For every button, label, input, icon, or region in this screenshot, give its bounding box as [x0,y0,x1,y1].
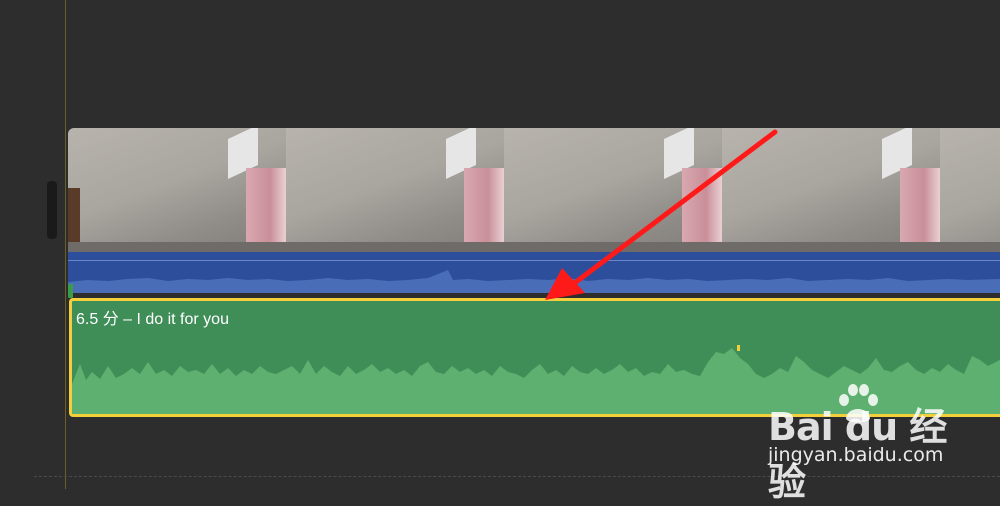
watermark-site: jingyan.baidu.com [768,444,944,466]
baidu-watermark: Bai du 经验 jingyan.baidu.com [768,384,968,504]
